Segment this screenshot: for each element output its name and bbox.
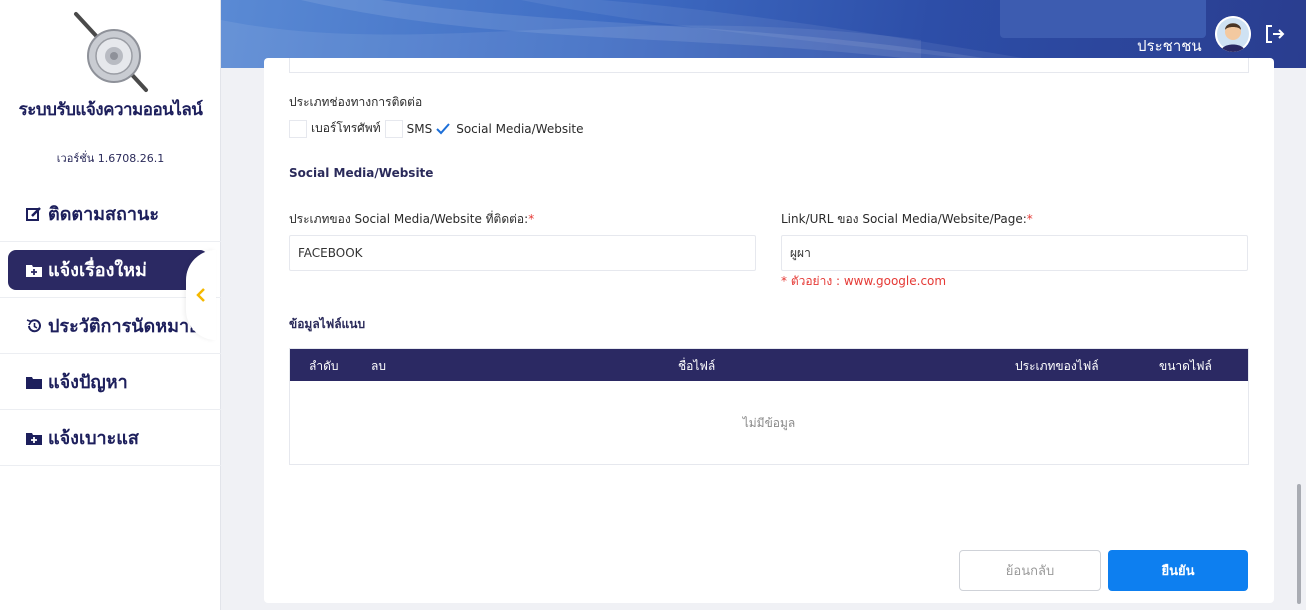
- sidebar-item-label: ติดตามสถานะ: [48, 204, 160, 225]
- checkbox-sms-label: SMS: [406, 121, 433, 136]
- social-media-section-title: Social Media/Website: [289, 166, 434, 180]
- history-icon: [26, 318, 44, 334]
- page-scrollbar[interactable]: [1297, 484, 1301, 604]
- sidebar-item-label: แจ้งปัญหา: [48, 372, 128, 393]
- sidebar-item-track-status[interactable]: ติดตามสถานะ: [0, 186, 221, 242]
- link-url-label: Link/URL ของ Social Media/Website/Page:*: [781, 212, 1033, 226]
- avatar[interactable]: [1215, 16, 1251, 52]
- chevron-left-icon: [196, 288, 205, 302]
- sidebar-item-label: ประวัติการนัดหมาย: [48, 316, 200, 337]
- checkmark-icon: [436, 122, 450, 134]
- edit-icon: [26, 206, 44, 222]
- checkbox-phone-label: เบอร์โทรศัพท์: [311, 121, 381, 135]
- column-header-delete: ลบ: [371, 359, 386, 373]
- table-header: ลำดับ ลบ ชื่อไฟล์ ประเภทของไฟล์ ขนาดไฟล์: [290, 349, 1248, 381]
- sidebar-item-label: แจ้งเรื่องใหม่: [48, 260, 147, 281]
- logout-icon[interactable]: [1263, 22, 1287, 46]
- checkbox-social-media-label: Social Media/Website: [456, 121, 584, 136]
- folder-plus-icon: [26, 263, 44, 277]
- folder-icon: [26, 375, 44, 389]
- link-url-hint: * ตัวอย่าง : www.google.com: [781, 274, 947, 288]
- user-role-label: ประชาชน: [1137, 37, 1202, 55]
- checkbox-sms[interactable]: [384, 119, 403, 138]
- social-type-label: ประเภทของ Social Media/Website ที่ติดต่อ…: [289, 212, 535, 226]
- sidebar-item-report-problem[interactable]: แจ้งปัญหา: [0, 354, 221, 410]
- app-title: ระบบรับแจ้งความออนไลน์: [18, 100, 203, 120]
- attachments-table: ลำดับ ลบ ชื่อไฟล์ ประเภทของไฟล์ ขนาดไฟล์…: [289, 348, 1249, 465]
- active-item-pill: แจ้งเรื่องใหม่: [8, 249, 208, 290]
- report-form-card: ประเภทช่องทางการติดต่อ เบอร์โทรศัพท์ SMS…: [264, 58, 1274, 603]
- contact-channel-options: เบอร์โทรศัพท์ SMS Social Media/Website: [289, 119, 586, 138]
- confirm-button[interactable]: ยืนยัน: [1108, 550, 1248, 591]
- column-header-filetype: ประเภทของไฟล์: [1015, 359, 1099, 373]
- column-header-filesize: ขนาดไฟล์: [1159, 359, 1212, 373]
- social-type-field[interactable]: FACEBOOK: [289, 235, 756, 271]
- sidebar-item-report-clue[interactable]: แจ้งเบาะแส: [0, 410, 221, 466]
- header-panel: [1000, 0, 1206, 38]
- folder-plus-icon: [26, 431, 44, 445]
- contact-channel-label: ประเภทช่องทางการติดต่อ: [289, 95, 423, 109]
- table-empty-state: ไม่มีข้อมูล: [742, 415, 796, 430]
- checkbox-phone[interactable]: [289, 119, 307, 138]
- app-version: เวอร์ชั่น 1.6708.26.1: [56, 152, 165, 165]
- sidebar-nav: ติดตามสถานะ แจ้งเรื่องใหม่ ประวัติการนัด…: [0, 186, 221, 466]
- sidebar-collapse-toggle[interactable]: [186, 250, 216, 340]
- column-header-filename: ชื่อไฟล์: [678, 359, 716, 373]
- police-emblem-logo: [74, 12, 148, 92]
- column-header-order: ลำดับ: [309, 359, 339, 373]
- link-url-field[interactable]: ผูผา: [781, 235, 1248, 271]
- previous-field-edge: [289, 58, 1249, 73]
- sidebar-item-label: แจ้งเบาะแส: [48, 428, 139, 449]
- checkbox-social-media[interactable]: [434, 119, 453, 138]
- back-button[interactable]: ย้อนกลับ: [959, 550, 1101, 591]
- attachments-title: ข้อมูลไฟล์แนบ: [289, 317, 366, 331]
